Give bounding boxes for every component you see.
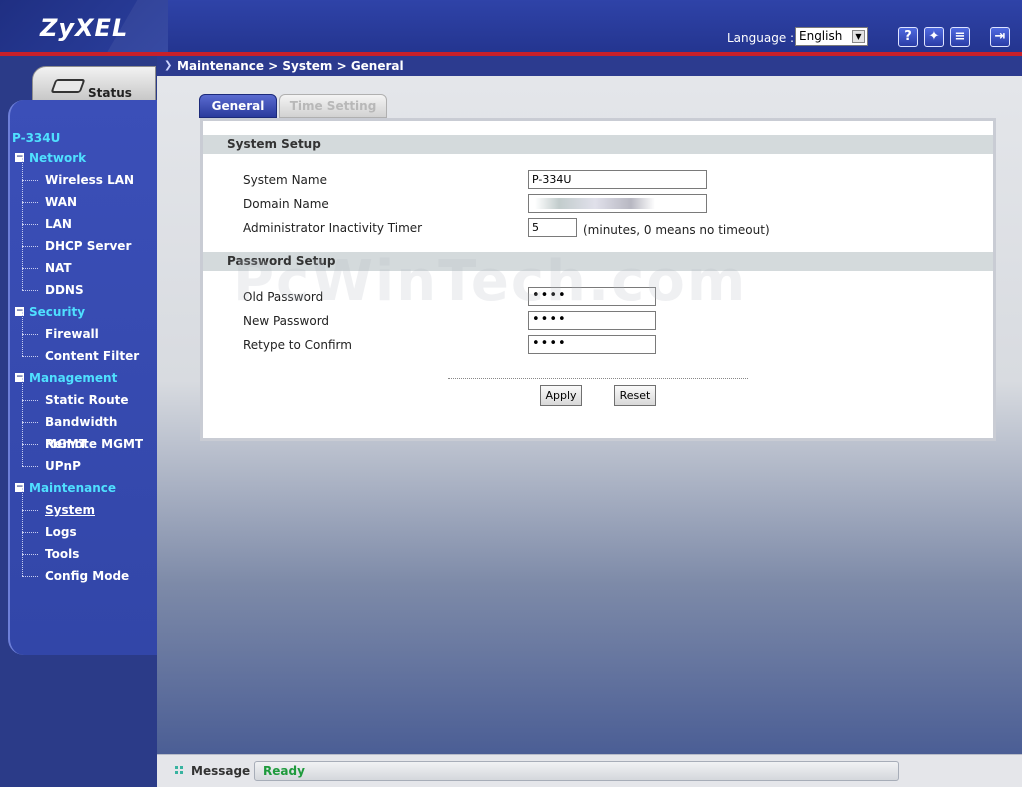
message-bar: Message Ready (157, 754, 1022, 787)
nav-item-remote-mgmt[interactable]: Remote MGMT (12, 422, 157, 455)
nav-item-logs[interactable]: Logs (12, 510, 157, 543)
nav-item-wireless-lan[interactable]: Wireless LAN (12, 158, 157, 191)
logo-area: ZyXEL (0, 0, 168, 52)
status-label[interactable]: Status (88, 86, 132, 100)
nav-item-label: Wireless LAN (45, 173, 135, 187)
tab-general[interactable]: General (199, 94, 277, 118)
nav-item-static-route[interactable]: Static Route (12, 378, 157, 411)
timer-note: (minutes, 0 means no timeout) (583, 223, 770, 237)
chevron-down-icon[interactable]: ▼ (852, 30, 865, 43)
nav-item-wan[interactable]: WAN (12, 180, 157, 213)
old-password-label: Old Password (243, 290, 324, 304)
nav-item-label: Remote MGMT (45, 437, 144, 451)
language-select[interactable]: English ▼ (795, 27, 868, 46)
nav-item-label: Config Mode (45, 569, 130, 583)
router-icon (50, 79, 86, 93)
nav-item-label: NAT (45, 261, 72, 275)
nav-item-system[interactable]: System (12, 488, 157, 521)
language-label: Language : (727, 31, 795, 45)
message-icon (175, 766, 184, 775)
nav-tree: P-334U − Network Wireless LAN WAN LAN DH… (12, 131, 157, 587)
nav-group-network[interactable]: − Network (12, 147, 157, 169)
nav-item-firewall[interactable]: Firewall (12, 312, 157, 345)
domain-name-input[interactable] (528, 194, 707, 213)
nav-item-dhcp-server[interactable]: DHCP Server (12, 224, 157, 257)
nav-item-lan[interactable]: LAN (12, 202, 157, 235)
nav-item-content-filter[interactable]: Content Filter (12, 334, 157, 367)
notes-icon[interactable]: ≡ (950, 27, 970, 47)
nav-item-tools[interactable]: Tools (12, 532, 157, 565)
inactivity-timer-label: Administrator Inactivity Timer (243, 221, 423, 235)
breadcrumb-text: Maintenance > System > General (177, 59, 404, 73)
domain-name-label: Domain Name (243, 197, 329, 211)
chevron-right-icon: ❯ (164, 60, 173, 71)
nav-item-label: WAN (45, 195, 78, 209)
retype-password-label: Retype to Confirm (243, 338, 352, 352)
divider (448, 378, 748, 379)
device-name[interactable]: P-334U (12, 131, 157, 147)
reset-button[interactable]: Reset (614, 385, 656, 406)
main-content: General Time Setting System Setup System… (157, 76, 1022, 754)
system-name-label: System Name (243, 173, 327, 187)
nav-item-upnp[interactable]: UPnP (12, 444, 157, 477)
tab-time-setting[interactable]: Time Setting (279, 94, 387, 118)
nav-group-label: Maintenance (29, 481, 117, 495)
wizard-icon[interactable]: ✦ (924, 27, 944, 47)
nav-group-management[interactable]: − Management (12, 367, 157, 389)
message-text: Ready (254, 761, 899, 781)
zyxel-logo: ZyXEL (40, 14, 129, 42)
new-password-label: New Password (243, 314, 330, 328)
sidebar: Status P-334U − Network Wireless LAN WAN… (0, 56, 157, 787)
nav-item-config-mode[interactable]: Config Mode (12, 554, 157, 587)
nav-item-label: DDNS (45, 283, 84, 297)
inactivity-timer-input[interactable]: 5 (528, 218, 577, 237)
retype-password-input[interactable]: •••• (528, 335, 656, 354)
obscured-text (535, 198, 655, 209)
help-icon[interactable]: ? (898, 27, 918, 47)
system-name-input[interactable]: P-334U (528, 170, 707, 189)
nav-group-label: Network (29, 151, 87, 165)
password-setup-header: Password Setup (203, 252, 993, 271)
breadcrumb: ❯ Maintenance > System > General (157, 56, 1022, 76)
top-header: ZyXEL Language : English ▼ ? ✦ ≡ ⇥ (0, 0, 1022, 56)
nav-item-ddns[interactable]: DDNS (12, 268, 157, 301)
system-setup-header: System Setup (203, 135, 993, 154)
nav-item-bandwidth-mgmt[interactable]: Bandwidth MGMT (12, 400, 157, 451)
nav-item-label: Static Route (45, 393, 129, 407)
nav-group-maintenance[interactable]: − Maintenance (12, 477, 157, 499)
nav-item-label: UPnP (45, 459, 81, 473)
nav-group-label: Security (29, 305, 86, 319)
nav-item-label: Logs (45, 525, 77, 539)
settings-panel: System Setup System Name P-334U Domain N… (200, 118, 996, 441)
apply-button[interactable]: Apply (540, 385, 582, 406)
language-value: English (799, 29, 843, 43)
nav-item-label: Tools (45, 547, 80, 561)
nav-item-label: System (45, 503, 95, 517)
nav-item-label: LAN (45, 217, 72, 231)
nav-group-security[interactable]: − Security (12, 301, 157, 323)
message-label: Message (191, 764, 251, 778)
new-password-input[interactable]: •••• (528, 311, 656, 330)
nav-group-label: Management (29, 371, 118, 385)
nav-item-nat[interactable]: NAT (12, 246, 157, 279)
nav-item-label: DHCP Server (45, 239, 132, 253)
nav-item-label: Firewall (45, 327, 99, 341)
old-password-input[interactable]: •••• (528, 287, 656, 306)
logout-icon[interactable]: ⇥ (990, 27, 1010, 47)
nav-item-label: Content Filter (45, 349, 140, 363)
